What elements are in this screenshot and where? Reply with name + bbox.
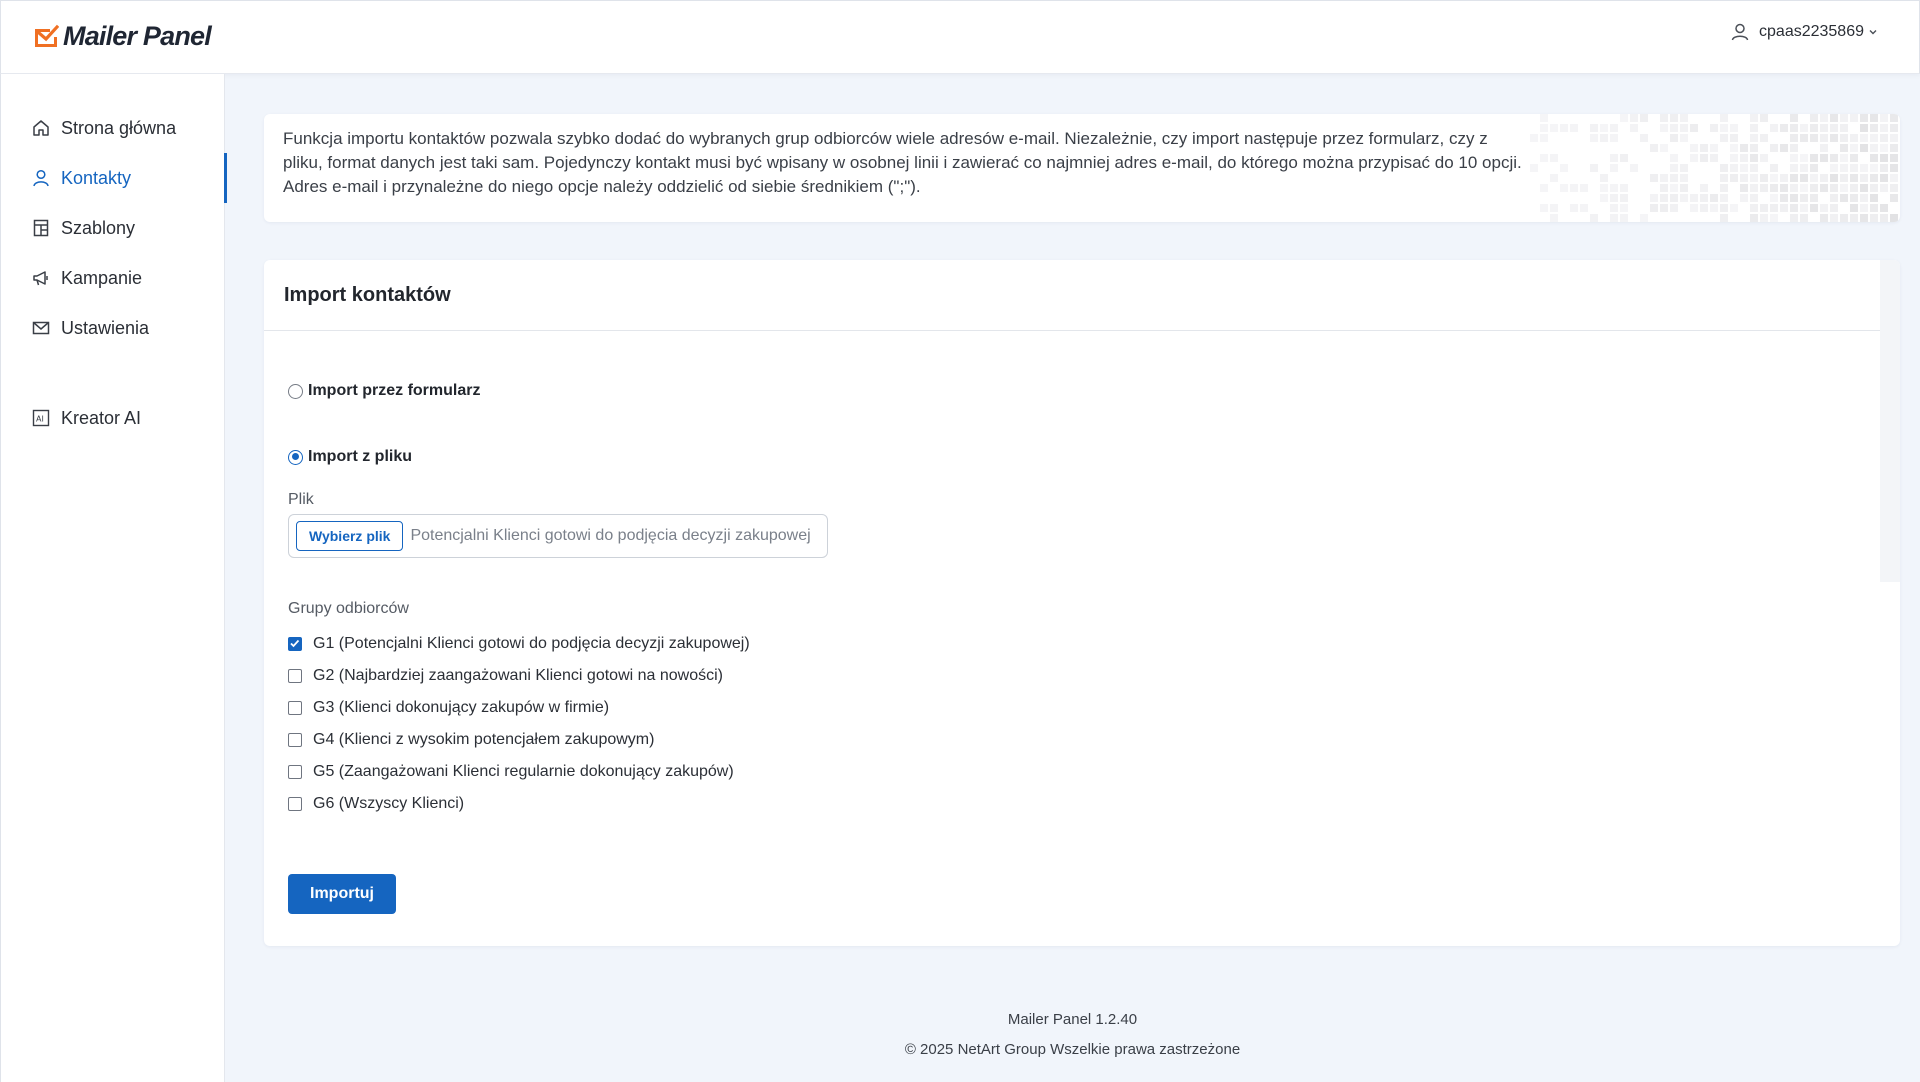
- import-button[interactable]: Importuj: [288, 874, 396, 914]
- sidebar-item-label: Kontakty: [61, 167, 132, 188]
- group-checkbox-g6[interactable]: G6 (Wszyscy Klienci): [288, 795, 464, 813]
- app-logo[interactable]: Mailer Panel: [33, 21, 212, 52]
- sidebar-item-templates[interactable]: Szablony: [1, 203, 226, 253]
- sidebar-item-contacts[interactable]: Kontakty: [1, 153, 227, 203]
- megaphone-icon: [32, 269, 50, 287]
- radio-import-form[interactable]: Import przez formularz: [288, 382, 480, 400]
- import-info-text: Funkcja importu kontaktów pozwala szybko…: [283, 129, 1522, 196]
- checkbox[interactable]: [288, 669, 302, 683]
- checkbox[interactable]: [288, 701, 302, 715]
- logo-mail-check-icon: [35, 24, 59, 47]
- username: cpaas2235869: [1759, 23, 1864, 40]
- user-menu[interactable]: cpaas2235869: [1731, 23, 1879, 41]
- info-card: Funkcja importu kontaktów pozwala szybko…: [264, 114, 1900, 222]
- card-title: Import kontaktów: [284, 284, 451, 306]
- file-field-label: Plik: [288, 491, 314, 508]
- svg-text:AI: AI: [36, 415, 44, 424]
- user-icon: [32, 169, 50, 187]
- app-name: Mailer Panel: [63, 21, 212, 51]
- groups-label: Grupy odbiorców: [288, 600, 409, 617]
- file-input[interactable]: Wybierz plik Potencjalni Klienci gotowi …: [288, 514, 828, 558]
- import-card: Import kontaktów Import przez formularz …: [264, 260, 1900, 946]
- sidebar-item-ai-creator[interactable]: AI Kreator AI: [1, 393, 226, 443]
- checkbox-label: G3 (Klienci dokonujący zakupów w firmie): [313, 699, 610, 716]
- checkbox[interactable]: [288, 797, 302, 811]
- divider: [264, 330, 1880, 331]
- radio-button[interactable]: [288, 383, 303, 399]
- footer-copyright: © 2025 NetArt Group Wszelkie prawa zastr…: [904, 1041, 1241, 1058]
- user-icon: [1731, 23, 1749, 41]
- envelope-icon: [32, 319, 50, 337]
- scrollbar[interactable]: [1880, 260, 1900, 582]
- radio-button[interactable]: [288, 449, 303, 465]
- checkbox[interactable]: [288, 637, 302, 651]
- checkbox-label: G2 (Najbardziej zaangażowani Klienci got…: [313, 667, 723, 684]
- checkbox-label: G6 (Wszyscy Klienci): [313, 795, 465, 812]
- checkbox-label: G1 (Potencjalni Klienci gotowi do podjęc…: [313, 635, 750, 652]
- sidebar-item-label: Ustawienia: [61, 317, 150, 338]
- checkbox-label: G5 (Zaangażowani Klienci regularnie doko…: [313, 763, 734, 780]
- sidebar-item-label: Szablony: [61, 217, 136, 238]
- sidebar-item-home[interactable]: Strona główna: [1, 103, 226, 153]
- radio-import-file[interactable]: Import z pliku: [288, 448, 412, 466]
- sidebar-item-label: Kampanie: [61, 267, 143, 288]
- selected-file-name: Potencjalni Klienci gotowi do podjęcia d…: [410, 527, 811, 544]
- footer-version: Mailer Panel 1.2.40: [1007, 1011, 1138, 1028]
- chevron-down-icon: [1869, 30, 1877, 35]
- sidebar-item-label: Strona główna: [61, 117, 177, 138]
- sidebar-item-campaigns[interactable]: Kampanie: [1, 253, 226, 303]
- group-checkbox-g4[interactable]: G4 (Klienci z wysokim potencjałem zakupo…: [288, 731, 654, 749]
- checkbox[interactable]: [288, 733, 302, 747]
- top-header: Mailer Panel cpaas2235869: [0, 0, 1920, 74]
- group-checkbox-g2[interactable]: G2 (Najbardziej zaangażowani Klienci got…: [288, 667, 723, 685]
- ai-icon: AI: [32, 409, 50, 427]
- decorative-dot-pattern: [1530, 114, 1898, 222]
- checkbox[interactable]: [288, 765, 302, 779]
- radio-label: Import z pliku: [308, 448, 412, 465]
- template-icon: [32, 219, 50, 237]
- choose-file-button[interactable]: Wybierz plik: [296, 521, 404, 551]
- group-checkbox-g3[interactable]: G3 (Klienci dokonujący zakupów w firmie): [288, 699, 609, 717]
- home-icon: [32, 119, 50, 137]
- group-checkbox-g1[interactable]: G1 (Potencjalni Klienci gotowi do podjęc…: [288, 635, 750, 653]
- radio-label: Import przez formularz: [308, 382, 481, 399]
- checkbox-label: G4 (Klienci z wysokim potencjałem zakupo…: [313, 731, 655, 748]
- sidebar-item-settings[interactable]: Ustawienia: [1, 303, 226, 353]
- sidebar-item-label: Kreator AI: [61, 407, 142, 428]
- group-checkbox-g5[interactable]: G5 (Zaangażowani Klienci regularnie doko…: [288, 763, 734, 781]
- sidebar: Strona główna Kontakty Szablony Kampanie…: [0, 74, 227, 1082]
